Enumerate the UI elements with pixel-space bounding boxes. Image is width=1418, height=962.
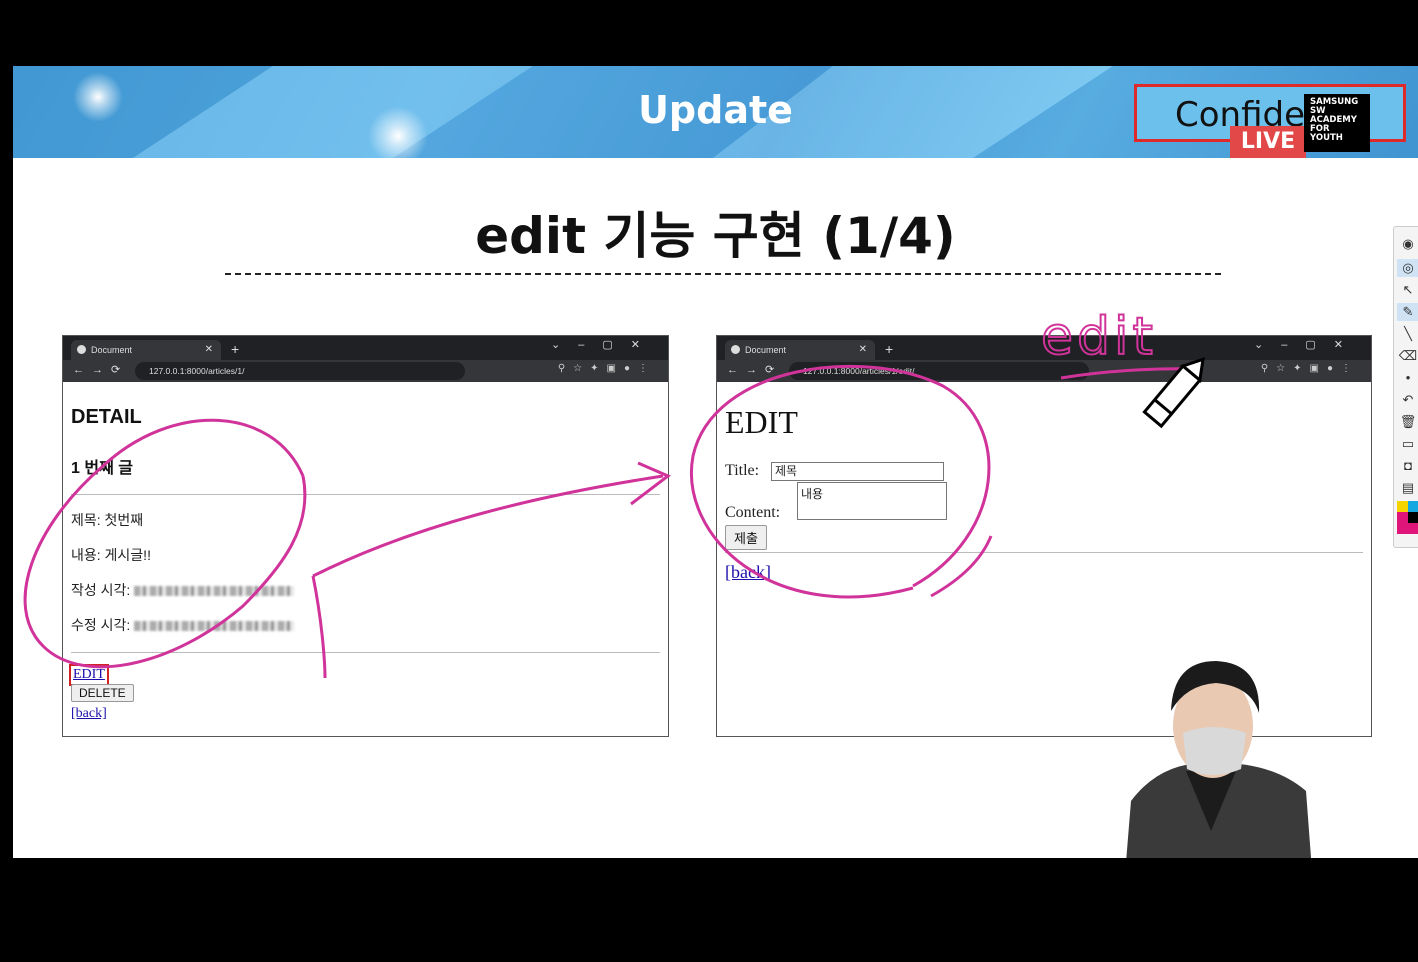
ink-circle-detail [23,418,307,669]
ink-arrowhead [630,461,671,506]
letterbox-top [0,0,1418,66]
ink-circle-edit [690,364,991,599]
letterbox-left [0,66,13,858]
ink-handwritten-edit: edit [1041,307,1157,367]
letterbox-bottom [0,858,1418,962]
ink-vertical-stroke [311,575,327,679]
ink-arrow [312,474,664,578]
slide: Update Confide LIVE SAMSUNG SW ACADEMY F… [13,66,1418,858]
ink-annotations: edit [23,306,1205,679]
